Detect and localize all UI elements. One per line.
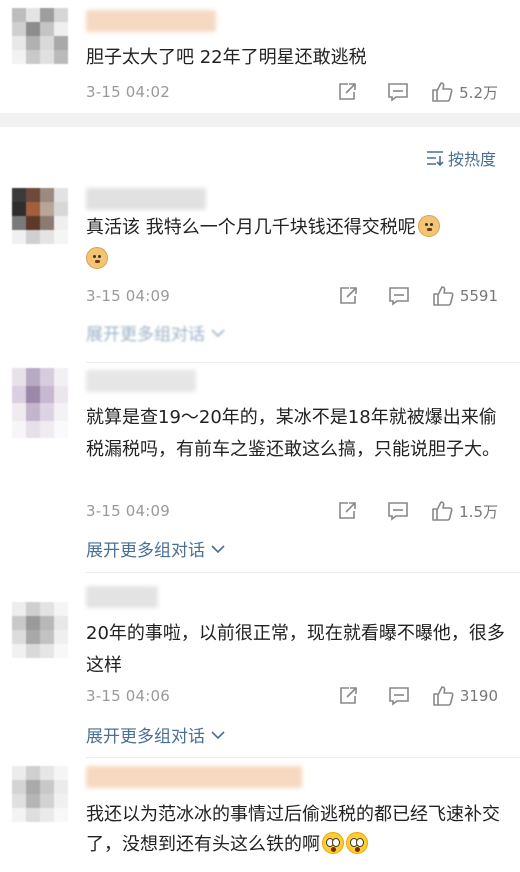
- shocked-emoji-icon: [322, 832, 344, 854]
- like-count: 5.2万: [459, 83, 498, 102]
- comment-divider: [86, 757, 520, 758]
- avatar[interactable]: [12, 8, 68, 64]
- like-button[interactable]: 5.2万: [431, 81, 498, 103]
- expand-conversation-link[interactable]: 展开更多组对话: [86, 536, 225, 561]
- expand-conversation-link[interactable]: 展开更多组对话: [86, 320, 225, 345]
- thumb-up-icon: [432, 501, 453, 521]
- username-blurred[interactable]: [86, 188, 206, 210]
- comment-text: 真活该 我特么一个月几千块钱还得交税呢: [86, 212, 506, 276]
- expand-conversation-link[interactable]: 展开更多组对话: [86, 722, 225, 747]
- avatar[interactable]: [12, 368, 68, 438]
- shocked-emoji-icon: [346, 832, 368, 854]
- forward-icon[interactable]: [337, 501, 357, 521]
- chevron-down-icon: [211, 328, 225, 337]
- thumb-up-icon: [433, 686, 454, 706]
- avatar[interactable]: [12, 766, 68, 824]
- username-blurred[interactable]: [86, 766, 302, 788]
- comment-icon[interactable]: [388, 686, 410, 706]
- comment-text: 胆子太大了吧 22年了明星还敢逃税: [86, 47, 367, 68]
- comment-icon[interactable]: [387, 501, 409, 521]
- comment-time: 3-15 04:06: [86, 687, 171, 705]
- forward-icon[interactable]: [338, 286, 358, 306]
- like-button[interactable]: 1.5万: [431, 500, 498, 522]
- sort-by-hot-button[interactable]: 按热度: [426, 146, 496, 170]
- comment-divider: [86, 572, 520, 573]
- avatar[interactable]: [12, 602, 68, 658]
- section-divider: [0, 113, 520, 127]
- comment-text: 就算是查19～20年的，某冰不是18年就被爆出来偷税漏税吗，有前车之鉴还敢这么搞…: [86, 407, 500, 460]
- like-count: 5591: [459, 287, 498, 305]
- doge-emoji-icon: [86, 247, 108, 269]
- forward-icon[interactable]: [337, 82, 357, 102]
- chevron-down-icon: [211, 544, 225, 553]
- comment-time: 3-15 04:02: [86, 83, 171, 101]
- sort-icon: [426, 151, 444, 166]
- username-blurred[interactable]: [86, 586, 158, 608]
- sort-label: 按热度: [447, 150, 496, 169]
- comment-text: 20年的事啦，以前很正常，现在就看曝不曝他，很多这样: [86, 623, 505, 676]
- comment-text: 我还以为范冰冰的事情过后偷逃税的都已经飞速补交了，没想到还有头这么铁的啊: [86, 804, 500, 855]
- thumb-up-icon: [432, 82, 453, 102]
- comment-divider: [86, 362, 520, 363]
- like-button[interactable]: 5591: [432, 285, 498, 307]
- comment-time: 3-15 04:09: [86, 287, 171, 305]
- avatar[interactable]: [12, 188, 68, 244]
- comment-time: 3-15 04:09: [86, 502, 171, 520]
- username-blurred[interactable]: [86, 370, 196, 392]
- doge-emoji-icon: [417, 215, 440, 237]
- username-blurred[interactable]: [86, 10, 216, 32]
- like-count: 3190: [459, 687, 498, 705]
- chevron-down-icon: [211, 730, 225, 739]
- like-count: 1.5万: [459, 502, 498, 521]
- comment-icon[interactable]: [387, 82, 409, 102]
- forward-icon[interactable]: [338, 686, 358, 706]
- comment-icon[interactable]: [388, 286, 410, 306]
- thumb-up-icon: [433, 286, 454, 306]
- like-button[interactable]: 3190: [432, 685, 498, 707]
